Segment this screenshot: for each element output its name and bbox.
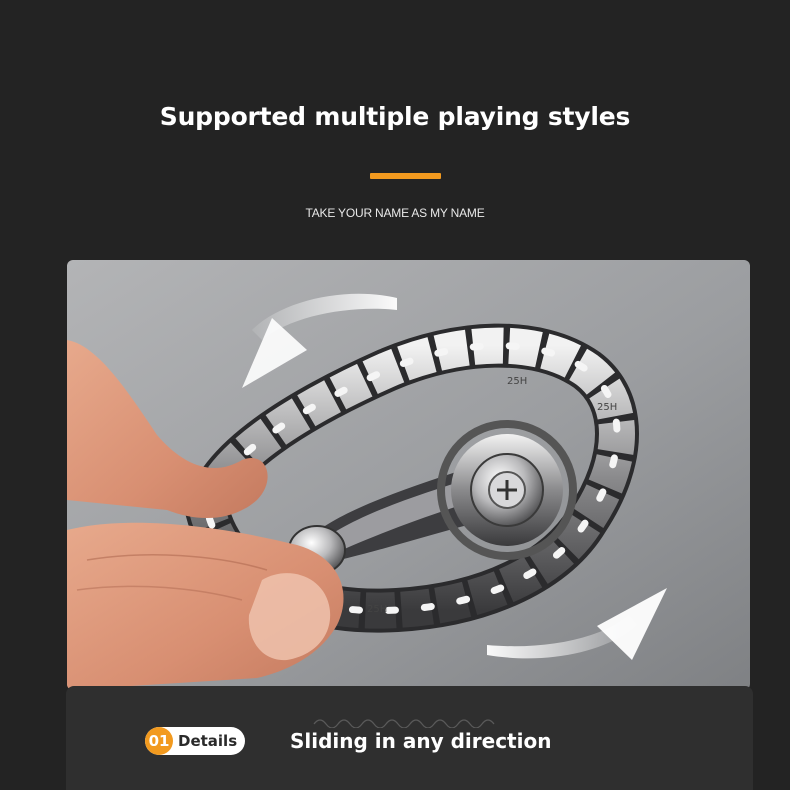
badge-label: Details — [178, 732, 238, 750]
chain-mark-2: 25H — [597, 402, 617, 413]
chain-mark-3: 25H — [367, 604, 387, 615]
page-subtitle: TAKE YOUR NAME AS MY NAME — [305, 206, 485, 220]
page-title: Supported multiple playing styles — [159, 102, 631, 131]
ghost-script-text — [313, 719, 495, 728]
details-badge[interactable]: 01 Details — [145, 727, 245, 755]
product-photo: 25H 25H 25H — [67, 260, 750, 690]
title-accent-bar — [370, 173, 441, 179]
feature-title: Sliding in any direction — [290, 729, 552, 753]
badge-number: 01 — [145, 727, 173, 755]
chain-mark-1: 25H — [507, 376, 527, 387]
